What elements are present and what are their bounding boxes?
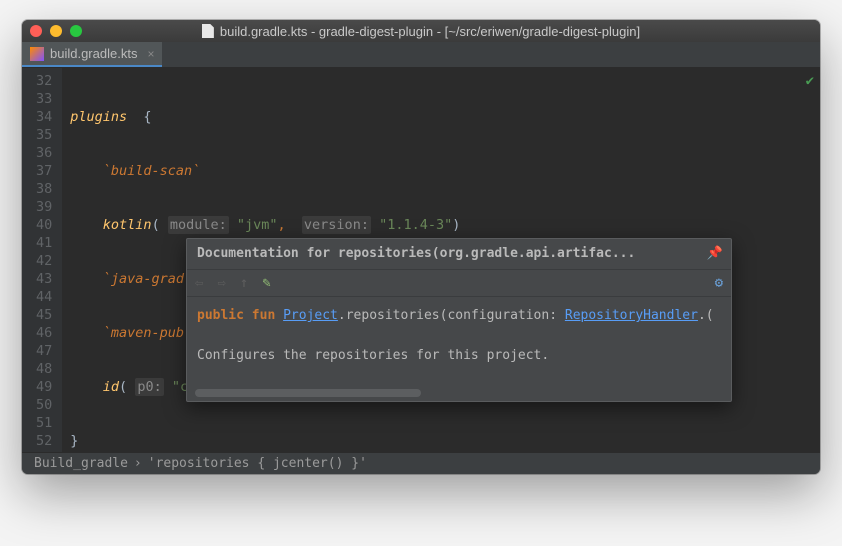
token-plugins: plugins	[70, 108, 127, 126]
line-number[interactable]: 42	[36, 252, 52, 270]
close-tab-icon[interactable]: ×	[143, 47, 154, 61]
breadcrumb-root[interactable]: Build_gradle	[34, 456, 128, 471]
doc-link-project[interactable]: Project	[283, 308, 338, 323]
token-kotlin: kotlin	[103, 216, 152, 234]
tab-label: build.gradle.kts	[50, 46, 137, 61]
line-number[interactable]: 46	[36, 324, 52, 342]
doc-signature: public fun Project.repositories(configur…	[197, 307, 721, 325]
breadcrumb-separator: ›	[134, 456, 142, 471]
line-number[interactable]: 45	[36, 306, 52, 324]
editor-tabstrip: build.gradle.kts ×	[22, 42, 820, 68]
param-module: module:	[168, 216, 229, 234]
doc-horizontal-scrollbar[interactable]	[195, 389, 421, 397]
param-version: version:	[302, 216, 371, 234]
token-build-scan: `build-scan`	[103, 162, 201, 180]
nav-back-icon[interactable]: ⇦	[195, 274, 203, 292]
window-title: build.gradle.kts - gradle-digest-plugin …	[22, 24, 820, 39]
title-path: [~/src/eriwen/gradle-digest-plugin]	[445, 24, 640, 39]
breadcrumb-location[interactable]: 'repositories { jcenter() }'	[148, 456, 367, 471]
gear-icon[interactable]: ⚙	[715, 274, 723, 292]
doc-sig-mid: .repositories(configuration:	[338, 308, 565, 323]
line-number[interactable]: 51	[36, 414, 52, 432]
line-number[interactable]: 32	[36, 72, 52, 90]
edit-source-icon[interactable]: ✎	[262, 274, 270, 292]
line-number[interactable]: 49	[36, 378, 52, 396]
token-id: id	[103, 378, 119, 396]
line-number[interactable]: 44	[36, 288, 52, 306]
title-file: build.gradle.kts	[220, 24, 307, 39]
inspection-ok-icon[interactable]: ✔	[806, 72, 814, 90]
line-number[interactable]: 39	[36, 198, 52, 216]
doc-title-text: Documentation for repositories(org.gradl…	[197, 246, 635, 261]
str-kotlin-ver: "1.1.4-3"	[379, 216, 452, 234]
kotlin-file-icon	[30, 47, 44, 61]
line-number[interactable]: 50	[36, 396, 52, 414]
line-number[interactable]: 47	[36, 342, 52, 360]
breadcrumb-bar[interactable]: Build_gradle › 'repositories { jcenter()…	[22, 452, 820, 474]
line-number[interactable]: 36	[36, 144, 52, 162]
titlebar[interactable]: build.gradle.kts - gradle-digest-plugin …	[22, 20, 820, 42]
doc-popup-title: Documentation for repositories(org.gradl…	[187, 239, 731, 269]
line-number[interactable]: 40	[36, 216, 52, 234]
pin-icon[interactable]: 📌	[707, 245, 723, 263]
editor-tab-build-gradle[interactable]: build.gradle.kts ×	[22, 42, 162, 67]
nav-forward-icon[interactable]: ⇨	[217, 274, 225, 292]
doc-body[interactable]: public fun Project.repositories(configur…	[187, 297, 731, 401]
line-number[interactable]: 48	[36, 360, 52, 378]
line-number[interactable]: 34	[36, 108, 52, 126]
line-number[interactable]: 33	[36, 90, 52, 108]
code-editor[interactable]: ✔ 32333435363738394041424344454647484950…	[22, 68, 820, 452]
nav-up-icon[interactable]: ↑	[240, 274, 248, 292]
line-number-gutter[interactable]: 3233343536373839404142434445464748495051…	[22, 68, 62, 452]
line-number[interactable]: 52	[36, 432, 52, 450]
line-number[interactable]: 43	[36, 270, 52, 288]
param-p0: p0:	[135, 378, 163, 396]
doc-toolbar: ⇦ ⇨ ↑ ✎ ⚙	[187, 269, 731, 297]
doc-link-handler[interactable]: RepositoryHandler	[565, 308, 698, 323]
str-jvm: "jvm"	[237, 216, 278, 234]
file-icon	[202, 24, 214, 38]
doc-sig-post: .(	[698, 308, 714, 323]
line-number[interactable]: 41	[36, 234, 52, 252]
line-number[interactable]: 38	[36, 180, 52, 198]
doc-kw-public-fun: public fun	[197, 308, 283, 323]
title-project: gradle-digest-plugin	[319, 24, 433, 39]
line-number[interactable]: 37	[36, 162, 52, 180]
line-number[interactable]: 35	[36, 126, 52, 144]
ide-window: build.gradle.kts - gradle-digest-plugin …	[22, 20, 820, 474]
doc-description: Configures the repositories for this pro…	[197, 347, 721, 365]
documentation-popup[interactable]: Documentation for repositories(org.gradl…	[186, 238, 732, 402]
